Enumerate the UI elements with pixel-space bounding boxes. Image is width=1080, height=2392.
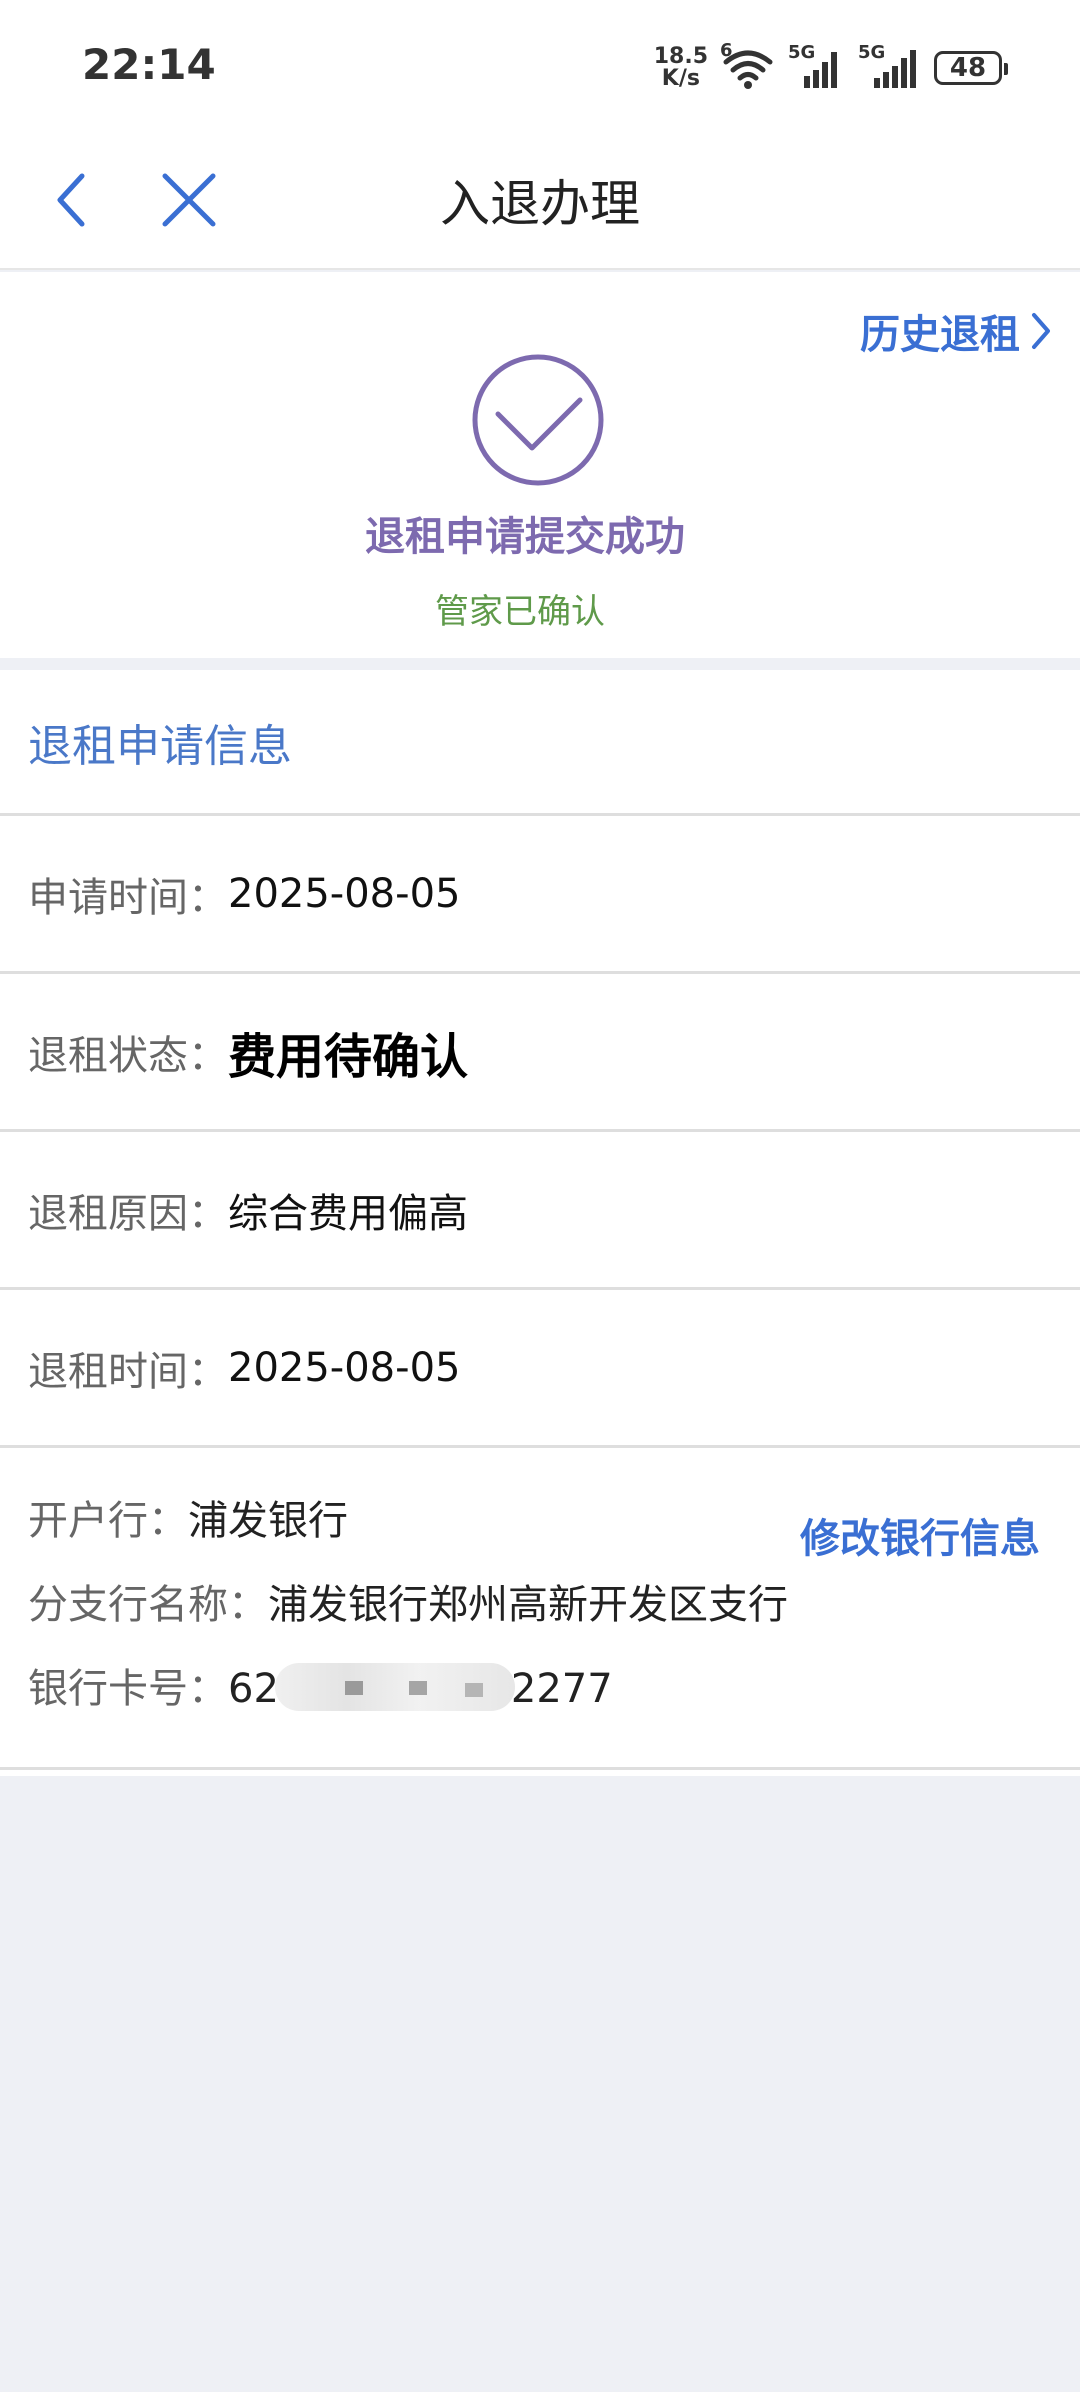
branch-value: 浦发银行郑州高新开发区支行: [268, 1582, 788, 1628]
status-time: 22:14: [82, 40, 216, 89]
status-value: 费用待确认: [228, 1028, 469, 1085]
success-check-icon: [472, 354, 604, 486]
card-suffix: 2277: [510, 1666, 613, 1712]
status-icons: 18.5 K/s 6 5G 5G 48: [654, 40, 1008, 96]
card-label: 银行卡号：: [28, 1666, 228, 1712]
signal-icon-sim1: 5G: [788, 42, 844, 90]
result-title: 退租申请提交成功: [365, 514, 685, 560]
signal-icon-sim2: 5G: [858, 42, 920, 90]
bank-value: 浦发银行: [188, 1498, 348, 1544]
card-number-mask: [274, 1663, 515, 1711]
network-speed: 18.5 K/s: [654, 46, 708, 90]
bank-label: 开户行：: [28, 1498, 188, 1544]
page-title: 入退办理: [440, 175, 640, 233]
wifi-badge: 6: [720, 40, 733, 61]
rent-info-section: 退租申请信息 申请时间： 2025-08-05 退租状态： 费用待确认 退租原因…: [0, 670, 1080, 1776]
section-title: 退租申请信息: [0, 670, 1080, 816]
card-line: 银行卡号：62 2277: [28, 1656, 613, 1715]
row-label: 退租原因：: [28, 1190, 228, 1237]
wifi-icon: 6: [720, 40, 774, 90]
info-row-reason: 退租原因： 综合费用偏高: [0, 1132, 1080, 1290]
battery-level: 48: [949, 53, 987, 83]
history-rent-link[interactable]: 历史退租: [860, 302, 1054, 360]
chevron-right-icon: [1032, 313, 1050, 349]
edit-bank-info-button[interactable]: 修改银行信息: [800, 1506, 1040, 1564]
result-subtitle: 管家已确认: [435, 592, 605, 632]
bank-info-block: 开户行：浦发银行 修改银行信息 分支行名称：浦发银行郑州高新开发区支行 银行卡号…: [0, 1448, 1080, 1770]
network-speed-unit: K/s: [661, 66, 700, 91]
info-row-apply-time: 申请时间： 2025-08-05: [0, 816, 1080, 974]
row-value: 2025-08-05: [228, 1344, 461, 1391]
row-label: 申请时间：: [28, 874, 228, 921]
row-value: 综合费用偏高: [228, 1190, 468, 1237]
network-speed-value: 18.5: [653, 44, 708, 69]
row-label: 退租状态：: [28, 1032, 228, 1079]
info-row-rent-time: 退租时间： 2025-08-05: [0, 1290, 1080, 1448]
branch-line: 分支行名称：浦发银行郑州高新开发区支行: [28, 1572, 788, 1630]
info-row-status: 退租状态： 费用待确认: [0, 974, 1080, 1132]
history-rent-label: 历史退租: [860, 312, 1020, 358]
battery-icon: 48: [934, 51, 1008, 85]
nav-bar: 入退办理: [0, 130, 1080, 270]
status-bar: 22:14 18.5 K/s 6 5G 5G 48: [0, 0, 1080, 130]
result-card: 历史退租 退租申请提交成功 管家已确认: [0, 272, 1080, 658]
branch-label: 分支行名称：: [28, 1582, 268, 1628]
card-prefix: 62: [228, 1666, 279, 1712]
bank-line: 开户行：浦发银行: [28, 1488, 348, 1546]
row-value: 2025-08-05: [228, 870, 461, 917]
row-label: 退租时间：: [28, 1348, 228, 1395]
